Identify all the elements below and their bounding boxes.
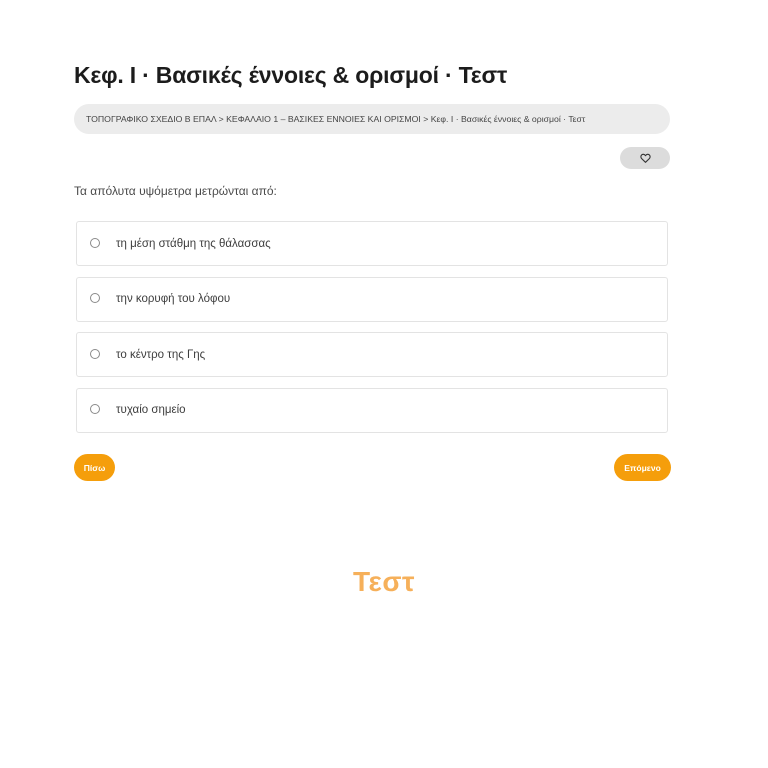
answer-options: τη μέση στάθμη της θάλασσας την κορυφή τ… bbox=[76, 221, 668, 443]
answer-option-label: τη μέση στάθμη της θάλασσας bbox=[116, 237, 271, 250]
question-text: Τα απόλυτα υψόμετρα μετρώνται από: bbox=[74, 184, 277, 198]
favorite-button[interactable] bbox=[620, 147, 670, 169]
answer-option[interactable]: το κέντρο της Γης bbox=[76, 332, 668, 377]
heart-icon bbox=[639, 153, 651, 163]
radio-button[interactable] bbox=[90, 237, 100, 248]
answer-option-label: την κορυφή του λόφου bbox=[116, 293, 231, 305]
back-button[interactable]: Πίσω bbox=[74, 454, 115, 481]
answer-option-label: το κέντρο της Γης bbox=[116, 348, 206, 361]
answer-option[interactable]: τη μέση στάθμη της θάλασσας bbox=[76, 221, 668, 266]
answer-option[interactable]: την κορυφή του λόφου bbox=[76, 276, 668, 322]
radio-button[interactable] bbox=[90, 348, 100, 359]
breadcrumb[interactable]: ΤΟΠΟΓΡΑΦΙΚΟ ΣΧΕΔΙΟ Β ΕΠΑΛ > ΚΕΦΑΛΑΙΟ 1 –… bbox=[74, 104, 670, 134]
answer-option-label: τυχαίο σημείο bbox=[116, 404, 186, 416]
answer-option[interactable]: τυχαίο σημείο bbox=[76, 387, 668, 433]
next-button[interactable]: Επόμενο bbox=[614, 454, 671, 481]
footer-logo: Τεστ bbox=[353, 566, 415, 597]
radio-button[interactable] bbox=[90, 404, 100, 414]
breadcrumb-text: ΤΟΠΟΓΡΑΦΙΚΟ ΣΧΕΔΙΟ Β ΕΠΑΛ > ΚΕΦΑΛΑΙΟ 1 –… bbox=[86, 114, 586, 124]
page-title: Κεφ. Ι · Βασικές έννοιες & ορισμοί · Τεσ… bbox=[74, 62, 508, 88]
radio-button[interactable] bbox=[90, 293, 100, 303]
